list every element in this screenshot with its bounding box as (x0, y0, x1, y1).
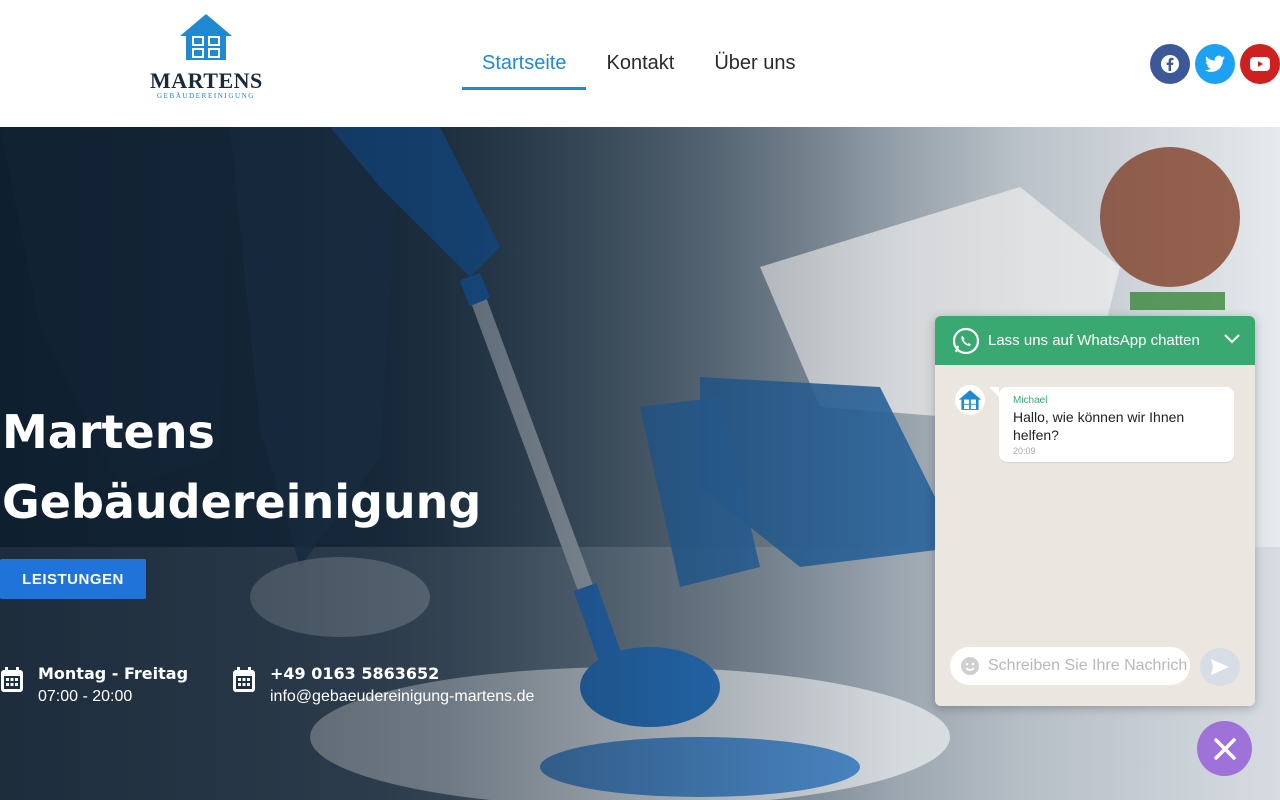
house-logo-icon (180, 14, 232, 60)
house-logo-icon (958, 390, 982, 410)
whatsapp-header[interactable]: Lass uns auf WhatsApp chatten (935, 316, 1255, 365)
hours-value: 07:00 - 20:00 (38, 688, 133, 705)
main-nav: Startseite Kontakt Über uns (462, 44, 815, 90)
message-input-wrapper (950, 647, 1190, 685)
whatsapp-icon (952, 327, 980, 354)
opening-hours: Montag - Freitag 07:00 - 20:00 (0, 663, 188, 709)
hero-title-line1: Martens (2, 405, 215, 459)
hero-title-line2: Gebäudereinigung (2, 475, 482, 529)
email-address[interactable]: info@gebaeudereinigung-martens.de (270, 685, 534, 709)
chat-message: Michael Hallo, wie können wir Ihnen helf… (989, 387, 1234, 462)
message-time: 20:09 (1013, 446, 1036, 456)
social-links (1150, 44, 1280, 84)
whatsapp-chat-body: Michael Hallo, wie können wir Ihnen helf… (935, 365, 1255, 706)
avatar (955, 385, 985, 415)
whatsapp-chat-widget: Lass uns auf WhatsApp chatten Michael Ha… (935, 316, 1255, 706)
nav-ueber-uns[interactable]: Über uns (694, 44, 815, 90)
calendar-icon (233, 667, 255, 692)
logo[interactable]: MARTENS GEBÄUDEREINIGUNG (150, 12, 262, 100)
send-icon (1211, 659, 1229, 675)
emoji-icon[interactable] (960, 656, 980, 676)
calendar-icon (1, 667, 23, 692)
hours-title: Montag - Freitag (38, 664, 189, 683)
logo-subtitle: GEBÄUDEREINIGUNG (157, 92, 255, 100)
chevron-down-icon[interactable] (1223, 330, 1241, 348)
close-chat-button[interactable] (1197, 721, 1252, 776)
contact-info: +49 0163 5863652 info@gebaeudereinigung-… (232, 663, 534, 709)
twitter-icon[interactable] (1195, 44, 1235, 84)
send-button[interactable] (1200, 648, 1240, 686)
nav-startseite[interactable]: Startseite (462, 44, 587, 90)
leistungen-button[interactable]: LEISTUNGEN (0, 559, 146, 599)
nav-kontakt[interactable]: Kontakt (586, 44, 694, 90)
phone-number[interactable]: +49 0163 5863652 (270, 663, 534, 685)
hero-title: Martens Gebäudereinigung (2, 397, 481, 537)
message-text: Hallo, wie können wir Ihnen helfen? (1013, 409, 1185, 443)
message-sender: Michael (1013, 395, 1048, 406)
close-icon (1213, 737, 1236, 760)
youtube-icon[interactable] (1240, 44, 1280, 84)
whatsapp-header-title: Lass uns auf WhatsApp chatten (988, 332, 1200, 349)
message-input[interactable] (988, 657, 1188, 675)
logo-name: MARTENS (150, 68, 263, 93)
facebook-icon[interactable] (1150, 44, 1190, 84)
site-header: MARTENS GEBÄUDEREINIGUNG Startseite Kont… (0, 0, 1280, 127)
